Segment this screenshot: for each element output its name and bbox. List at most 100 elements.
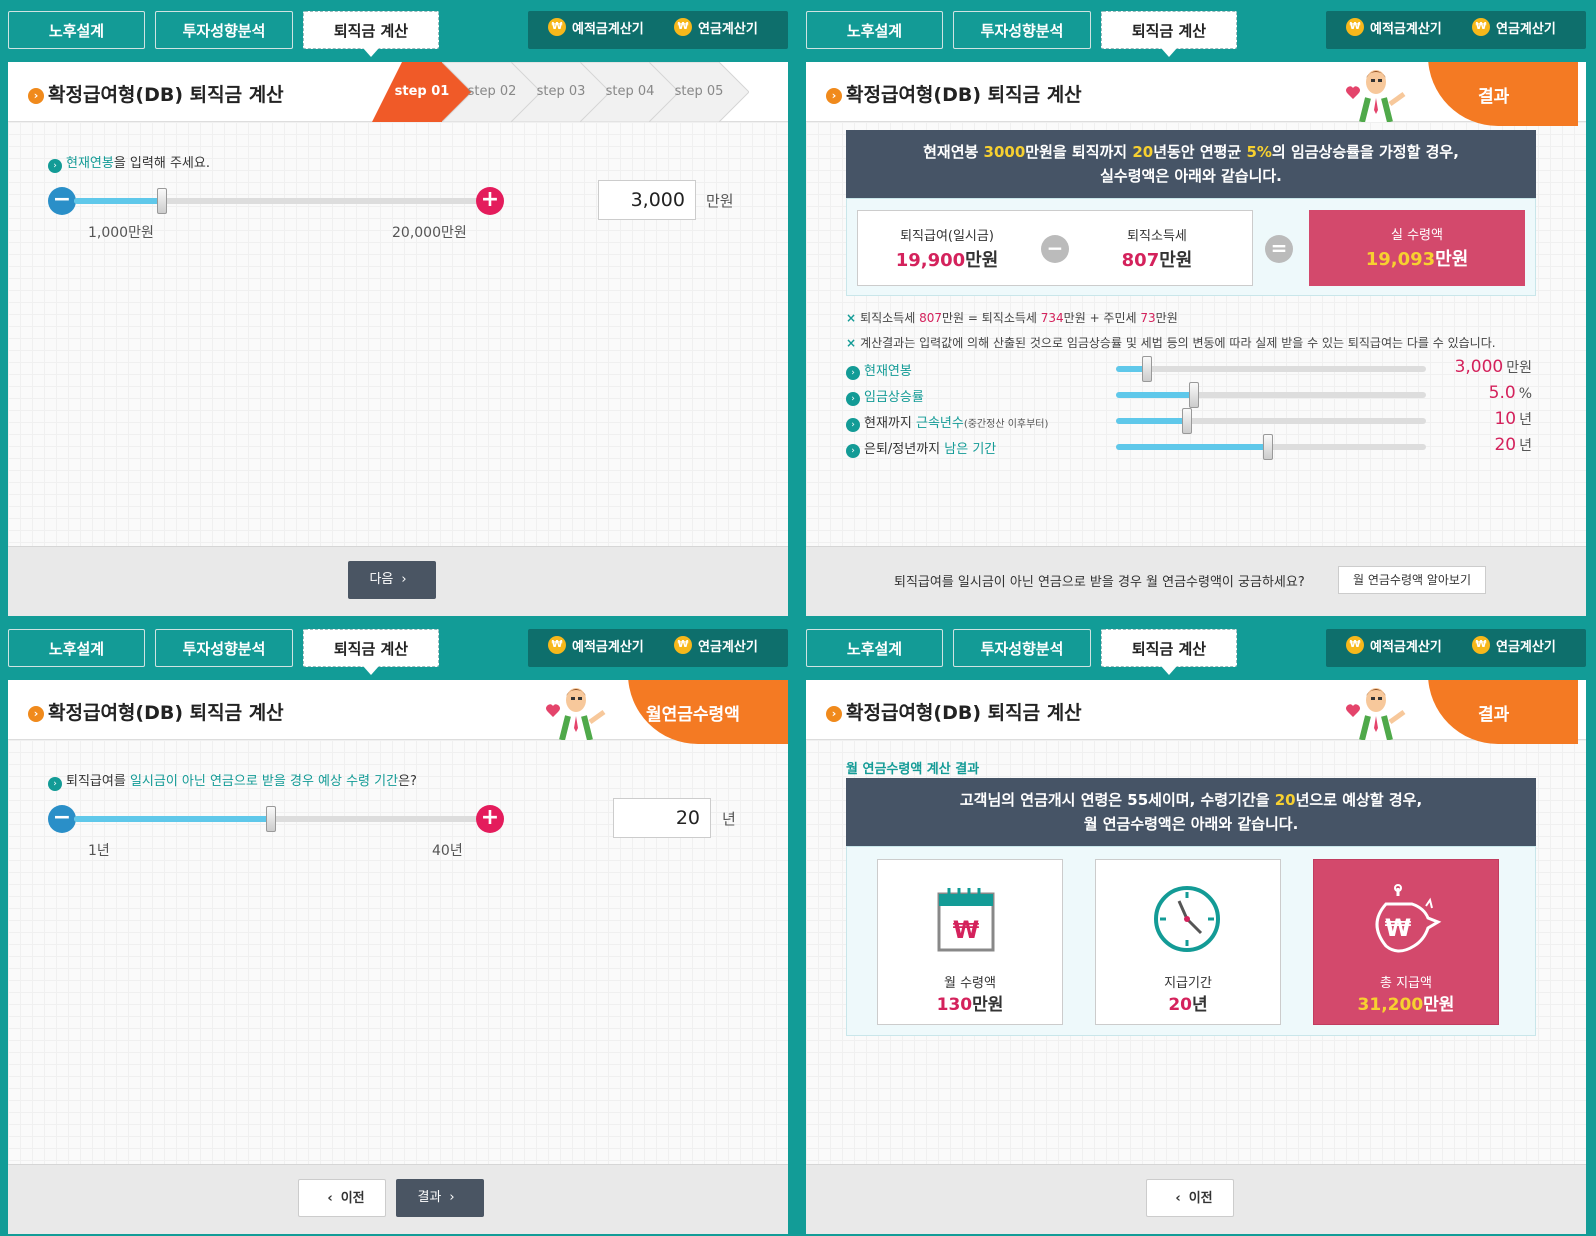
pension-calculator-link[interactable]: ₩ 연금계산기 <box>1472 629 1556 667</box>
card-value: 31,200만원 <box>1314 990 1498 1015</box>
bullet-arrow-icon: › <box>846 392 860 406</box>
page-header: › 확정급여형(DB) 퇴직금 계산 월연금수령액 <box>8 680 788 744</box>
result-badge-label: 결과 <box>1478 705 1510 725</box>
prev-label: 이전 <box>1188 1191 1213 1206</box>
decrease-button[interactable]: − <box>48 187 76 215</box>
salary-question: › 현재연봉을 입력해 주세요. <box>48 152 210 173</box>
note-text: 만원 + 주민세 <box>1063 311 1141 325</box>
note-text: 퇴직소득세 <box>860 311 920 325</box>
slider-value: 20 년 <box>1494 435 1532 455</box>
chevron-left-icon: ‹ <box>1175 1191 1181 1206</box>
tab-investment-analysis[interactable]: 투자성향분석 <box>155 629 293 667</box>
slider-value-number: 20 <box>1494 435 1517 455</box>
parameter-slider[interactable] <box>1116 434 1426 460</box>
top-navigation: 노후설계 투자성향분석 퇴직금 계산 ₩ 예적금계산기 ₩ 연금계산기 <box>8 8 788 60</box>
parameter-slider[interactable] <box>1116 356 1426 382</box>
increase-button[interactable]: + <box>476 187 504 215</box>
bottom-actions: 퇴직급여를 일시금이 아닌 연금으로 받을 경우 월 연금수령액이 궁금하세요?… <box>806 546 1586 616</box>
result-summary-banner: 현재연봉 3000만원을 퇴직까지 20년동안 연평균 5%의 임금상승률을 가… <box>846 130 1536 198</box>
lump-sum-number: 19,900 <box>895 250 966 271</box>
tab-investment-analysis[interactable]: 투자성향분석 <box>155 11 293 49</box>
parameter-slider[interactable] <box>1116 408 1426 434</box>
slider-fill <box>1116 392 1194 398</box>
slider-label-highlight: 근속년수 <box>915 416 964 431</box>
period-input[interactable]: 20 <box>613 798 711 838</box>
tab-retirement-plan[interactable]: 노후설계 <box>8 629 145 667</box>
page-title-text: 확정급여형(DB) 퇴직금 계산 <box>846 702 1082 724</box>
pension-calculator-link[interactable]: ₩ 연금계산기 <box>674 11 758 49</box>
net-amount-box: 실 수령액 19,093만원 <box>1309 210 1525 286</box>
slider-label: › 현재연봉 <box>846 360 912 380</box>
pension-cards-area: ₩ 월 수령액 130만원 지급기간 20년 ₩ 총 지급액 31,200만원 <box>846 846 1536 1036</box>
card-total-payment: ₩ 총 지급액 31,200만원 <box>1313 859 1499 1025</box>
advisor-character-icon <box>1346 688 1406 740</box>
pension-calculator-link[interactable]: ₩ 연금계산기 <box>1472 11 1556 49</box>
slider-thumb[interactable] <box>1182 408 1193 434</box>
deposit-calculator-label: 예적금계산기 <box>572 640 644 655</box>
slider-value-number: 5.0 <box>1488 383 1516 403</box>
svg-text:₩: ₩ <box>953 916 980 944</box>
slider-thumb[interactable] <box>1142 356 1152 382</box>
prev-button[interactable]: ‹ 이전 <box>298 1179 386 1217</box>
panel-step01: 노후설계 투자성향분석 퇴직금 계산 ₩ 예적금계산기 ₩ 연금계산기 › 확정급여형… <box>8 8 788 616</box>
lump-sum-block: 퇴직급여(일시금) 19,900만원 <box>877 225 1017 272</box>
card-label: 총 지급액 <box>1380 976 1432 991</box>
prev-label: 이전 <box>340 1191 365 1206</box>
deposit-calculator-link[interactable]: ₩ 예적금계산기 <box>1346 629 1442 667</box>
card-label: 지급기간 <box>1164 976 1212 991</box>
result-equation: 퇴직급여(일시금) 19,900만원 − 퇴직소득세 807만원 = 실 수령액… <box>846 198 1536 296</box>
bullet-arrow-icon: › <box>48 777 62 791</box>
parameter-slider[interactable] <box>1116 382 1426 408</box>
tab-severance-calc[interactable]: 퇴직금 계산 <box>303 629 439 675</box>
monthly-pension-button[interactable]: 월 연금수령액 알아보기 <box>1338 566 1486 594</box>
salary-input[interactable]: 3,000 <box>598 180 696 220</box>
deposit-calculator-link[interactable]: ₩ 예적금계산기 <box>1346 11 1442 49</box>
banner-text: 년동안 연평균 <box>1153 143 1247 161</box>
salary-slider[interactable] <box>74 188 479 214</box>
question-text: 퇴직급여를 <box>66 774 130 789</box>
increase-button[interactable]: + <box>476 805 504 833</box>
tab-severance-calc[interactable]: 퇴직금 계산 <box>1101 11 1237 57</box>
tab-retirement-plan[interactable]: 노후설계 <box>8 11 145 49</box>
tab-investment-analysis[interactable]: 투자성향분석 <box>953 629 1091 667</box>
net-amount-value: 19,093만원 <box>1309 245 1525 271</box>
tab-severance-calc[interactable]: 퇴직금 계산 <box>303 11 439 57</box>
tab-severance-calc[interactable]: 퇴직금 계산 <box>1101 629 1237 675</box>
calculator-links: ₩ 예적금계산기 ₩ 연금계산기 <box>1326 629 1586 667</box>
deposit-calculator-link[interactable]: ₩ 예적금계산기 <box>548 11 644 49</box>
slider-thumb[interactable] <box>266 806 277 832</box>
period-slider[interactable] <box>74 806 479 832</box>
slider-label: › 임금상승률 <box>846 386 924 406</box>
tab-retirement-plan[interactable]: 노후설계 <box>806 11 943 49</box>
pension-calculator-link[interactable]: ₩ 연금계산기 <box>674 629 758 667</box>
banner-highlight: 3000 <box>983 143 1026 161</box>
tax-value: 807만원 <box>1087 246 1227 272</box>
next-button[interactable]: 다음 › <box>348 561 436 599</box>
pension-calculator-label: 연금계산기 <box>698 22 758 37</box>
decrease-button[interactable]: − <box>48 805 76 833</box>
equals-operator-icon: = <box>1265 235 1293 263</box>
slider-label-text: 은퇴/정년까지 <box>864 442 945 457</box>
slider-thumb[interactable] <box>1262 434 1273 460</box>
content-area: › 확정급여형(DB) 퇴직금 계산 결과 월 연금수령액 계산 결과 고객님의 … <box>806 680 1586 1234</box>
prev-button[interactable]: ‹ 이전 <box>1146 1179 1234 1217</box>
deposit-calculator-link[interactable]: ₩ 예적금계산기 <box>548 629 644 667</box>
page-title: › 확정급여형(DB) 퇴직금 계산 <box>826 80 1082 107</box>
banner-line-1: 현재연봉 3000만원을 퇴직까지 20년동안 연평균 5%의 임금상승률을 가… <box>846 140 1536 164</box>
tax-label: 퇴직소득세 <box>1127 229 1187 244</box>
banner-line-2: 실수령액은 아래와 같습니다. <box>1100 167 1282 185</box>
slider-thumb[interactable] <box>156 188 167 214</box>
result-label: 결과 <box>417 1190 442 1205</box>
slider-thumb[interactable] <box>1188 382 1199 408</box>
advisor-character-icon <box>1346 70 1406 122</box>
slider-value: 5.0% <box>1489 383 1532 403</box>
page-title-text: 확정급여형(DB) 퇴직금 계산 <box>48 702 284 724</box>
section-subtitle: 월 연금수령액 계산 결과 <box>846 762 980 777</box>
result-button[interactable]: 결과 › <box>396 1179 484 1217</box>
net-amount-number: 19,093 <box>1365 249 1436 270</box>
page-title-text: 확정급여형(DB) 퇴직금 계산 <box>846 84 1082 106</box>
slider-value-number: 10 <box>1494 409 1517 429</box>
tab-retirement-plan[interactable]: 노후설계 <box>806 629 943 667</box>
tab-investment-analysis[interactable]: 투자성향분석 <box>953 11 1091 49</box>
page-header: › 확정급여형(DB) 퇴직금 계산 step 01 step 02 step 0… <box>8 62 788 122</box>
